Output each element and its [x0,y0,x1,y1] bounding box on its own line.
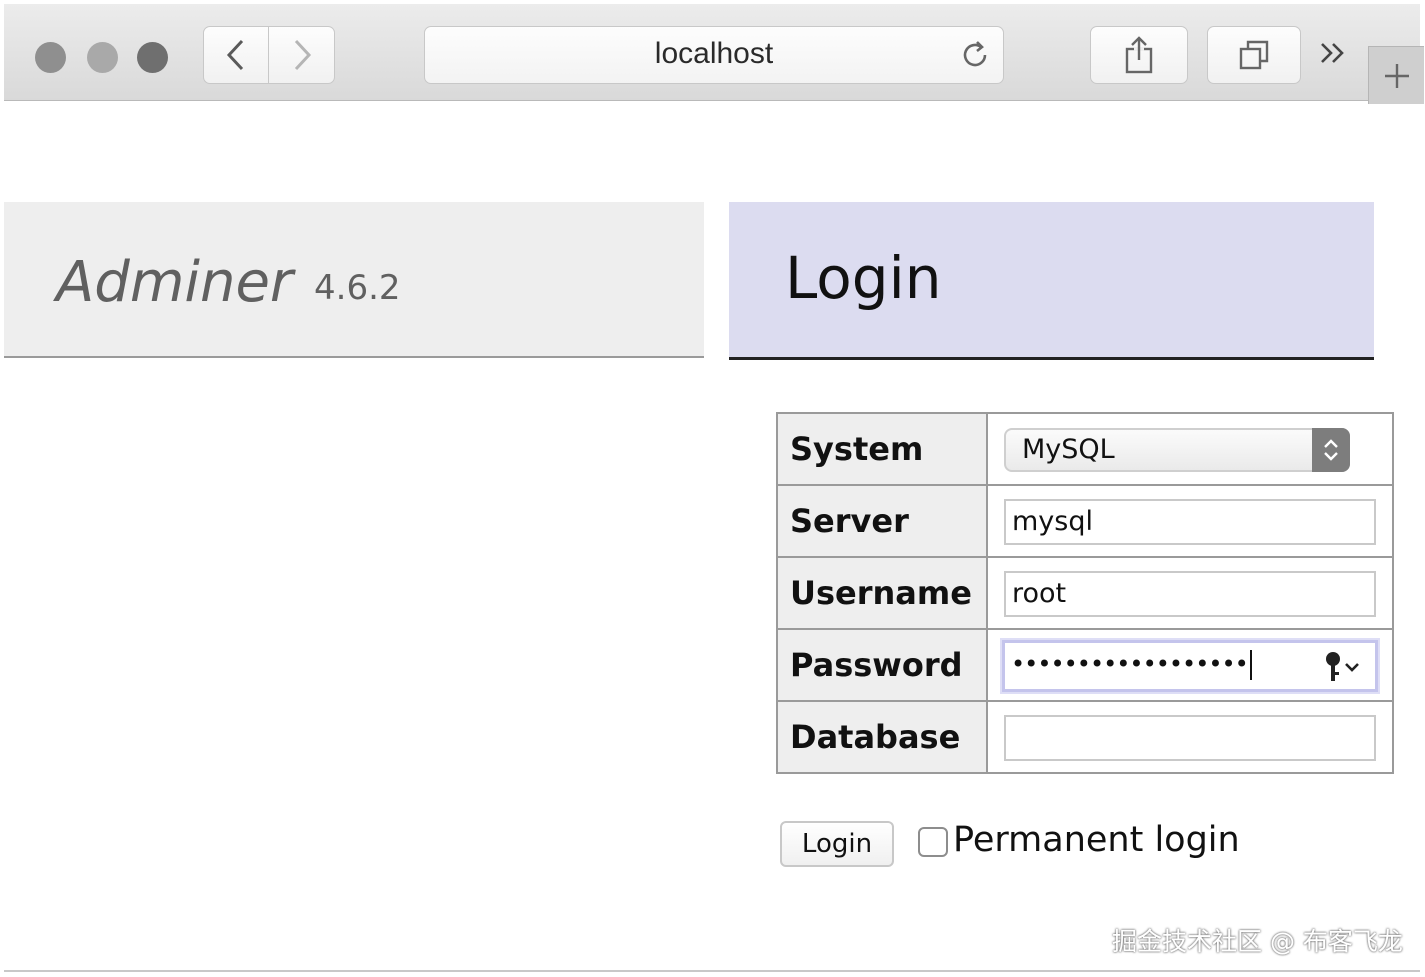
database-label: Database [776,700,988,774]
form-row-server: Server mysql [776,484,1394,558]
app-version: 4.6.2 [314,268,401,308]
double-chevron-right-icon [1321,43,1344,63]
select-arrows-icon [1312,428,1350,472]
back-button[interactable] [203,26,269,84]
username-input[interactable]: root [1004,571,1376,617]
divider [4,970,1420,972]
server-label: Server [776,484,988,558]
chevron-right-icon [294,39,311,71]
password-input[interactable]: •••••••••••••••••• [1002,640,1378,692]
login-form-table: System MySQL Server mysql Username root … [776,412,1394,774]
browser-toolbar: localhost [4,4,1424,104]
window-minimize-button[interactable] [87,42,118,73]
form-row-username: Username root [776,556,1394,630]
system-select[interactable]: MySQL [1004,428,1350,472]
window-zoom-button[interactable] [137,42,168,73]
more-tools-button[interactable] [1316,36,1350,74]
page-title: Login [785,244,942,312]
page-header: Login [729,202,1374,360]
login-button[interactable]: Login [780,821,894,867]
text-caret [1249,649,1252,680]
system-label: System [776,412,988,486]
system-select-value: MySQL [1022,434,1115,465]
window-close-button[interactable] [35,42,66,73]
watermark: 掘金技术社区 @ 布客飞龙 [1112,927,1403,956]
form-row-database: Database [776,700,1394,774]
new-tab-button[interactable] [1368,46,1424,104]
address-bar[interactable]: localhost [424,26,1004,84]
address-text: localhost [654,37,774,70]
password-label: Password [776,628,988,702]
database-input[interactable] [1004,715,1376,761]
password-value: •••••••••••••••••• [1011,650,1249,678]
reload-icon[interactable] [957,37,993,73]
key-autofill-icon[interactable] [1321,649,1367,685]
chevron-left-icon [226,39,244,71]
app-brand[interactable]: Adminer [56,250,293,315]
share-button[interactable] [1090,26,1188,84]
tab-overview-icon [1239,40,1269,70]
permanent-login-label[interactable]: Permanent login [953,820,1240,860]
forward-button[interactable] [269,26,335,84]
plus-icon [1384,63,1409,88]
share-icon [1125,36,1153,74]
form-row-password: Password •••••••••••••••••• [776,628,1394,702]
permanent-login-checkbox[interactable] [918,827,948,857]
server-input[interactable]: mysql [1004,499,1376,545]
username-label: Username [776,556,988,630]
tab-overview-button[interactable] [1207,26,1301,84]
form-row-system: System MySQL [776,412,1394,486]
app-header: Adminer 4.6.2 [4,202,704,358]
